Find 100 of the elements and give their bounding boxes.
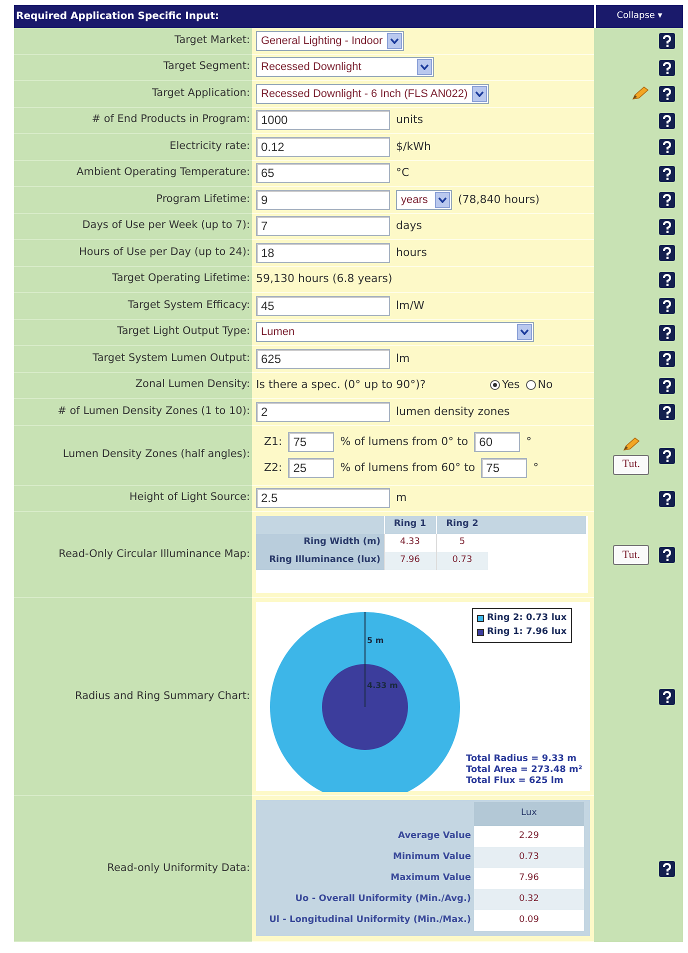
input-field[interactable]: 7 [256, 216, 390, 236]
zone-label: Z1: [264, 434, 282, 450]
table-cell: 2.29 [474, 826, 584, 847]
tutorial-button[interactable]: Tut. [613, 454, 649, 474]
input-field[interactable]: 75 [481, 458, 528, 478]
unit-label: units [396, 112, 424, 128]
field-label: Read-only Uniformity Data: [107, 860, 250, 876]
chart-total: Total Flux = 625 lm [466, 776, 564, 787]
input-field[interactable]: 625 [256, 348, 390, 369]
radius-label: 4.33 m [367, 680, 398, 692]
field-label: Lumen Density Zones (half angles): [62, 447, 250, 462]
column-header: Lux [474, 802, 584, 826]
help-icon[interactable] [659, 112, 675, 129]
help-icon[interactable] [659, 378, 675, 394]
caret-icon [390, 38, 399, 44]
row-header: Ul - Longitudinal Uniformity (Min./Max.) [260, 910, 474, 931]
field-label: Ambient Operating Temperature: [76, 165, 250, 180]
radio-option[interactable]: Yes [490, 377, 520, 394]
zone-label: Z2: [264, 460, 282, 476]
input-field[interactable]: 2 [256, 402, 390, 422]
help-icon[interactable] [659, 166, 675, 182]
help-icon[interactable] [659, 689, 675, 705]
table-cell: 0.73 [436, 552, 488, 570]
radio-button[interactable] [526, 380, 536, 390]
row-header: Ring Illuminance (lux) [256, 552, 384, 570]
degree-unit: ° [533, 460, 539, 476]
radio-option[interactable]: No [526, 377, 553, 394]
question-text: Is there a spec. (0° up to 90°)? [256, 377, 427, 393]
table-cell: 4.33 [384, 534, 436, 552]
dropdown[interactable]: Recessed Downlight [256, 57, 434, 78]
legend-label: Ring 1: 7.96 lux [487, 626, 567, 638]
help-icon[interactable] [659, 448, 675, 464]
field-label: Program Lifetime: [156, 192, 250, 207]
help-icon[interactable] [659, 490, 675, 507]
unit-label: lm/W [396, 298, 424, 314]
field-label: Electricity rate: [170, 138, 250, 154]
input-field[interactable]: 9 [256, 190, 390, 210]
input-field[interactable]: 0.12 [256, 136, 390, 157]
zone-text: % of lumens from 0° to [340, 434, 468, 450]
unit-label: days [396, 218, 422, 234]
help-icon[interactable] [659, 86, 675, 102]
input-field[interactable]: 18 [256, 242, 390, 263]
dropdown[interactable]: General Lighting - Indoor [256, 30, 404, 51]
field-label: # of Lumen Density Zones (1 to 10): [58, 404, 250, 419]
table-cell: 0.32 [474, 889, 584, 910]
table-cell: 5 [436, 534, 488, 552]
collapse-link[interactable]: Collapse ▾ [616, 10, 662, 24]
input-field[interactable]: 1000 [256, 110, 390, 130]
help-icon[interactable] [659, 404, 675, 420]
row-header: Average Value [260, 826, 474, 847]
tutorial-button[interactable]: Tut. [613, 545, 649, 565]
field-label: Target System Efficacy: [128, 298, 250, 313]
computed-value: 59,130 hours (6.8 years) [256, 271, 392, 287]
field-label: Zonal Lumen Density: [135, 377, 250, 392]
help-icon[interactable] [659, 218, 675, 235]
row-header: Uo - Overall Uniformity (Min./Avg.) [260, 889, 474, 910]
field-label: Height of Light Source: [129, 490, 250, 506]
help-icon[interactable] [659, 60, 675, 76]
help-icon[interactable] [659, 324, 675, 341]
row-header: Maximum Value [260, 868, 474, 889]
help-icon[interactable] [659, 351, 675, 368]
chart-total: Total Area = 273.48 m² [466, 765, 582, 776]
input-field[interactable]: 25 [288, 458, 334, 478]
table-cell: 7.96 [474, 868, 584, 889]
unit-label: lm [396, 350, 410, 366]
field-label: Target Segment: [163, 59, 250, 74]
row-header: Minimum Value [260, 847, 474, 868]
help-icon[interactable] [659, 861, 675, 877]
zone-text: % of lumens from 60° to [340, 460, 476, 476]
input-field[interactable]: 45 [256, 296, 390, 316]
help-icon[interactable] [659, 298, 675, 314]
field-label: Target System Lumen Output: [92, 350, 250, 366]
help-icon[interactable] [659, 547, 675, 563]
field-label: Hours of Use per Day (up to 24): [79, 244, 250, 260]
input-field[interactable]: 60 [474, 432, 520, 452]
radio-button[interactable] [490, 380, 500, 390]
input-field[interactable]: 2.5 [256, 488, 390, 508]
unit-label: $/kWh [396, 138, 431, 154]
input-field[interactable]: 75 [288, 432, 334, 452]
unit-label: hours [396, 244, 427, 260]
help-icon[interactable] [659, 192, 675, 208]
table-cell: 0.73 [474, 847, 584, 868]
table-cell: 0.09 [474, 910, 584, 931]
table-cell: 7.96 [384, 552, 436, 570]
field-label: Radius and Ring Summary Chart: [75, 688, 250, 704]
section-title: Required Application Specific Input: [16, 10, 220, 24]
help-icon[interactable] [659, 245, 675, 262]
row-header: Ring Width (m) [256, 534, 384, 552]
dropdown[interactable]: Recessed Downlight - 6 Inch (FLS AN022) [256, 84, 489, 104]
field-label: Target Light Output Type: [117, 324, 250, 340]
help-icon[interactable] [659, 33, 675, 50]
help-icon[interactable] [659, 139, 675, 156]
help-icon[interactable] [659, 272, 675, 288]
caret-icon [474, 90, 484, 97]
dropdown[interactable]: Lumen [256, 322, 534, 342]
column-header: Ring 1 [384, 516, 436, 534]
input-field[interactable]: 65 [256, 163, 390, 184]
dropdown[interactable]: years [396, 190, 452, 210]
unit-label: m [396, 490, 407, 506]
unit-label: lumen density zones [396, 404, 510, 420]
